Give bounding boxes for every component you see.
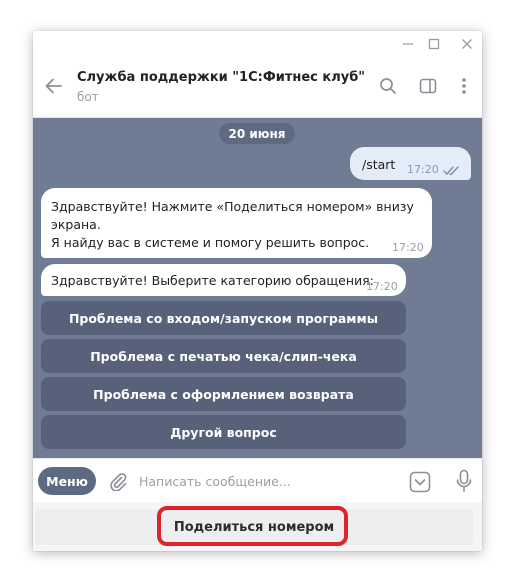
composer: Меню [33, 458, 482, 503]
message-text: /start [362, 157, 396, 172]
inline-button-login-problem[interactable]: Проблема со входом/запуском программы [41, 301, 406, 335]
sidebar-icon[interactable] [415, 73, 441, 99]
chat-subtitle: бот [77, 90, 99, 104]
incoming-message: Здравствуйте! Выберите категорию обращен… [41, 264, 406, 296]
maximize-icon[interactable] [421, 31, 447, 57]
message-input[interactable] [139, 470, 389, 492]
chat-title[interactable]: Служба поддержки "1С:Фитнес клуб" [77, 70, 365, 85]
inline-button-other-question[interactable]: Другой вопрос [41, 415, 406, 449]
reply-keyboard: Поделиться номером [33, 502, 482, 551]
message-line: Здравствуйте! Нажмите «Поделиться номеро… [51, 199, 414, 214]
menu-button[interactable]: Меню [38, 467, 96, 495]
date-badge: 20 июня [219, 123, 295, 144]
message-line: Здравствуйте! Выберите категорию обращен… [51, 273, 374, 288]
title-bar [33, 31, 482, 57]
more-icon[interactable] [451, 73, 477, 99]
telegram-window: Служба поддержки "1С:Фитнес клуб" бот 20… [33, 31, 482, 551]
message-line: экрана. [51, 217, 101, 232]
chat-header: Служба поддержки "1С:Фитнес клуб" бот [33, 57, 482, 118]
paperclip-icon[interactable] [106, 469, 130, 493]
inline-button-printing-problem[interactable]: Проблема с печатью чека/слип-чека [41, 339, 406, 373]
outgoing-message: /start 17:20 [350, 147, 471, 180]
keyboard-toggle-icon[interactable] [407, 469, 433, 495]
share-number-button[interactable]: Поделиться номером [35, 509, 473, 545]
message-time: 17:20 [407, 163, 439, 176]
close-icon[interactable] [454, 31, 480, 57]
message-area: 20 июня /start 17:20 Здравствуйте! Нажми… [33, 118, 482, 458]
inline-button-refund-problem[interactable]: Проблема с оформлением возврата [41, 377, 406, 411]
message-line: Я найду вас в системе и помогу решить во… [51, 235, 370, 250]
microphone-icon[interactable] [451, 468, 477, 494]
message-time: 17:20 [366, 280, 398, 293]
double-check-icon [443, 161, 461, 180]
search-icon[interactable] [375, 73, 401, 99]
minimize-icon[interactable] [395, 31, 421, 57]
back-arrow-icon[interactable] [41, 73, 67, 99]
incoming-message: Здравствуйте! Нажмите «Поделиться номеро… [41, 188, 432, 258]
message-time: 17:20 [392, 241, 424, 254]
